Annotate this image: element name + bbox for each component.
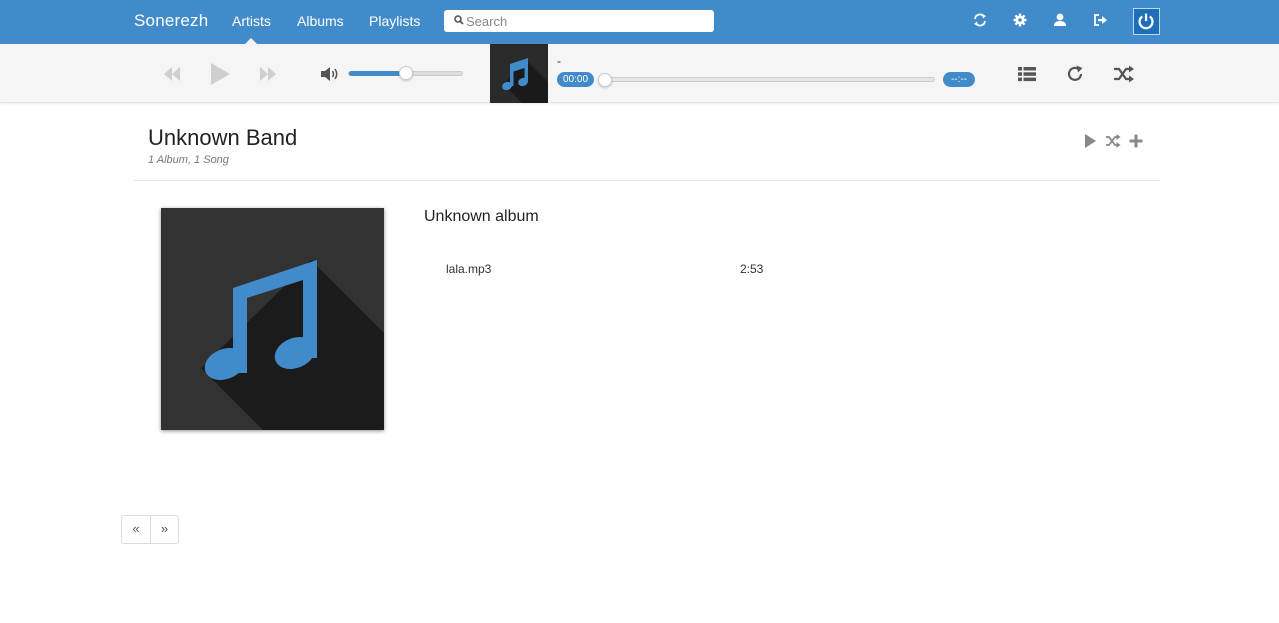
volume-slider[interactable] xyxy=(348,66,463,80)
track-title: - xyxy=(557,54,561,68)
pagination-next[interactable]: » xyxy=(150,516,178,543)
shuffle-artist-icon[interactable] xyxy=(1105,133,1121,149)
artist-summary: 1 Album, 1 Song xyxy=(148,154,229,166)
playlist-icon[interactable] xyxy=(1017,65,1037,83)
music-note-icon xyxy=(502,58,548,103)
player-bar: - 00:00 --:-- xyxy=(0,44,1279,103)
seek-bar[interactable] xyxy=(600,77,935,82)
logout-icon[interactable] xyxy=(1091,11,1109,29)
power-button[interactable] xyxy=(1133,8,1160,35)
add-to-playlist-icon[interactable] xyxy=(1128,133,1144,149)
volume-icon[interactable] xyxy=(320,66,340,82)
nav-tab-albums[interactable]: Albums xyxy=(297,13,344,29)
nav-tab-playlists[interactable]: Playlists xyxy=(369,13,420,29)
search-input[interactable] xyxy=(466,12,706,30)
album-title[interactable]: Unknown album xyxy=(424,208,539,226)
elapsed-time: 00:00 xyxy=(557,72,595,87)
search-box[interactable] xyxy=(444,10,714,32)
song-duration: 2:53 xyxy=(740,262,764,276)
music-note-icon xyxy=(201,260,384,430)
search-icon xyxy=(454,15,464,25)
pagination: « » xyxy=(121,515,179,544)
nav-tab-artists[interactable]: Artists xyxy=(232,13,271,44)
repeat-icon[interactable] xyxy=(1065,64,1085,84)
header-divider xyxy=(134,180,1160,181)
shuffle-icon[interactable] xyxy=(1113,65,1135,83)
remaining-time: --:-- xyxy=(943,72,975,87)
brand-logo[interactable]: Sonerezh xyxy=(134,11,208,31)
artist-name: Unknown Band xyxy=(148,125,298,150)
play-icon[interactable] xyxy=(209,62,231,86)
song-title[interactable]: lala.mp3 xyxy=(446,262,491,276)
previous-track-icon[interactable] xyxy=(162,65,182,83)
next-track-icon[interactable] xyxy=(258,65,278,83)
seek-handle[interactable] xyxy=(598,73,612,87)
user-icon[interactable] xyxy=(1051,11,1069,29)
volume-level xyxy=(349,71,406,76)
power-icon xyxy=(1138,13,1154,30)
play-artist-icon[interactable] xyxy=(1083,133,1099,149)
sync-icon[interactable] xyxy=(971,11,989,29)
pagination-prev[interactable]: « xyxy=(122,516,150,543)
top-navbar: Sonerezh Artists Albums Playlists xyxy=(0,0,1279,44)
gear-icon[interactable] xyxy=(1011,11,1029,29)
now-playing-cover xyxy=(490,44,548,103)
album-cover[interactable] xyxy=(161,208,384,430)
volume-handle[interactable] xyxy=(398,66,413,80)
